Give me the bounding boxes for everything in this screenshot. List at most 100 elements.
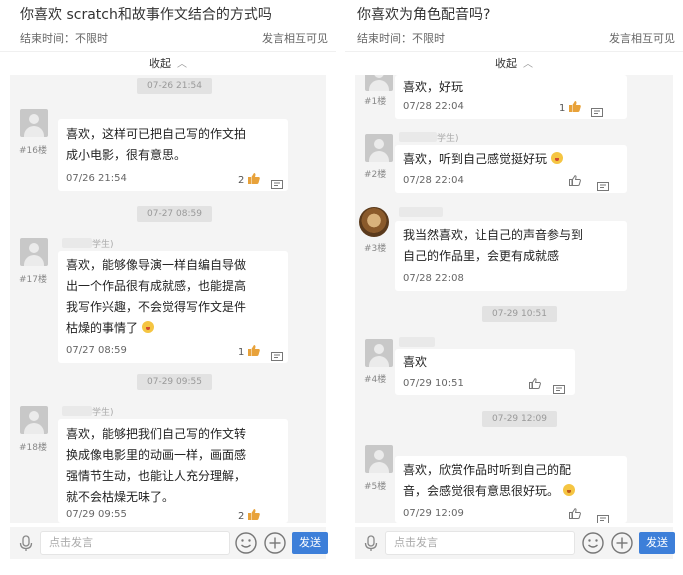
comment-text: 喜欢 [403,355,428,369]
like-button[interactable]: 2 [238,173,260,186]
comment-bubble: 喜欢，听到自己感觉挺好玩 07/28 22:04 [395,145,627,193]
comment-timestamp: 07/27 08:59 [66,345,127,356]
default-avatar-icon[interactable] [365,339,393,367]
comment-timestamp: 07/28 22:04 [403,175,464,186]
plus-icon[interactable] [610,531,634,555]
comment-text: 我当然喜欢，让自己的声音参与到 自己的作品里，会更有成就感 [403,228,584,263]
floor-number: #3楼 [364,244,387,254]
blurred-username [399,337,435,347]
default-avatar-icon[interactable] [365,134,393,162]
left-discussion-panel: 你喜欢 scratch和故事作文结合的方式吗 结束时间：不限时 发言相互可见 收… [0,0,336,575]
emoji-icon [550,152,563,164]
thumbs-up-icon [569,175,581,186]
chat-area[interactable]: 07-26 21:54 #16楼 喜欢，这样可已把自己写的作文拍 成小电影，很有意… [10,75,326,523]
comment-bubble: 我当然喜欢，让自己的声音参与到 自己的作品里，会更有成就感 07/28 22:08 [395,221,627,291]
default-avatar-icon[interactable] [20,238,48,266]
blurred-username [399,207,443,217]
comment-input[interactable]: 点击发言 [385,531,575,555]
comment-text: 喜欢，好玩 [403,80,464,94]
visibility-label: 发言相互可见 [262,32,328,45]
send-button[interactable]: 发送 [639,532,675,554]
end-time-label: 结束时间：不限时 [357,32,445,45]
end-time-label: 结束时间：不限时 [20,32,108,45]
comment-text: 喜欢，听到自己感觉挺好玩 [403,149,619,170]
plus-icon[interactable] [263,531,287,555]
thumbs-up-icon [529,378,541,389]
chevron-up-icon: ︿ [523,59,533,70]
username: 学生) [92,408,114,418]
collapse-toggle[interactable]: 收起 ︿ [0,51,336,75]
thumbs-up-icon [247,509,260,520]
topic-title: 你喜欢为角色配音吗? [357,7,491,23]
comment-bubble: 喜欢 07/29 10:51 [395,349,575,395]
floor-number: #17楼 [19,275,47,285]
like-button[interactable]: 1 [238,345,260,358]
comment-text: 喜欢，能够像导演一样自编自导做 出一个作品很有成就感，也能提高 我写作兴趣，不会觉得… [66,258,247,335]
floor-number: #18楼 [19,443,47,453]
username: 学生) [437,134,459,144]
time-divider: 07-29 12:09 [482,411,557,427]
thumbs-up-icon [247,173,260,184]
time-divider: 07-27 08:59 [137,206,212,222]
like-button[interactable]: 1 [559,101,581,114]
comment-bubble: 喜欢，好玩 07/28 22:04 1 [395,75,627,119]
comment-text: 喜欢，欣赏作品时听到自己的配 音，会感觉很有意思很好玩。 [403,460,619,502]
smiley-icon[interactable] [581,531,605,555]
like-button[interactable] [529,378,541,391]
time-divider: 07-26 21:54 [137,78,212,94]
comment-icon[interactable] [271,175,283,189]
emoji-icon [562,484,575,496]
comment-icon[interactable] [271,347,283,361]
comment-icon[interactable] [597,510,609,523]
comment-icon[interactable] [597,177,609,191]
comment-text: 喜欢，这样可已把自己写的作文拍 成小电影，很有意思。 [66,127,247,162]
floor-number: #4楼 [364,375,387,385]
comment-icon[interactable] [591,103,603,117]
comment-bubble: 喜欢，这样可已把自己写的作文拍 成小电影，很有意思。 07/26 21:54 2 [58,119,288,191]
comment-timestamp: 07/28 22:04 [403,101,464,112]
floor-number: #5楼 [364,482,387,492]
send-button[interactable]: 发送 [292,532,328,554]
comment-bubble: 喜欢，能够把我们自己写的作文转 换成像电影里的动画一样，画面感 强情节生动，也能让人… [58,419,288,523]
collapse-label: 收起 [495,57,517,70]
collapse-label: 收起 [149,57,171,70]
comment-timestamp: 07/29 09:55 [66,509,127,520]
comment-bubble: 喜欢，能够像导演一样自编自导做 出一个作品很有成就感，也能提高 我写作兴趣，不会觉得… [58,251,288,363]
input-bar: 点击发言 发送 [10,527,328,559]
default-avatar-icon[interactable] [20,109,48,137]
comment-bubble: 喜欢，欣赏作品时听到自己的配 音，会感觉很有意思很好玩。 07/29 12:09 [395,456,627,523]
default-avatar-icon[interactable] [365,445,393,473]
thumbs-up-icon [247,345,260,356]
time-divider: 07-29 10:51 [482,306,557,322]
thumbs-up-icon [569,508,581,519]
floor-number: #1楼 [364,97,387,107]
comment-text: 喜欢，能够把我们自己写的作文转 换成像电影里的动画一样，画面感 强情节生动，也能让人… [66,427,247,504]
blurred-username [62,238,92,248]
default-avatar-icon[interactable] [365,75,393,91]
like-button[interactable] [569,508,581,521]
panel-divider [336,0,345,575]
username: 学生) [92,240,114,250]
like-button[interactable]: 2 [238,509,260,522]
smiley-icon[interactable] [234,531,258,555]
blurred-username [399,132,437,142]
chat-area[interactable]: #1楼 喜欢，好玩 07/28 22:04 1 #2楼 学生) 喜欢，听到自己感… [355,75,673,523]
comment-input[interactable]: 点击发言 [40,531,230,555]
collapse-toggle[interactable]: 收起 ︿ [345,51,683,75]
right-discussion-panel: 你喜欢为角色配音吗? 结束时间：不限时 发言相互可见 收起 ︿ #1楼 喜欢，好玩… [345,0,683,575]
visibility-label: 发言相互可见 [609,32,675,45]
comment-icon[interactable] [553,380,565,394]
blurred-username [62,406,92,416]
default-avatar-icon[interactable] [20,406,48,434]
like-button[interactable] [569,175,581,188]
floor-number: #2楼 [364,170,387,180]
time-divider: 07-29 09:55 [137,374,212,390]
input-bar: 点击发言 发送 [355,527,675,559]
chevron-up-icon: ︿ [177,59,187,70]
comment-timestamp: 07/26 21:54 [66,173,127,184]
thumbs-up-icon [568,101,581,112]
microphone-icon[interactable] [16,533,36,553]
user-avatar[interactable] [359,207,389,237]
comment-timestamp: 07/28 22:08 [403,273,464,284]
microphone-icon[interactable] [361,533,381,553]
